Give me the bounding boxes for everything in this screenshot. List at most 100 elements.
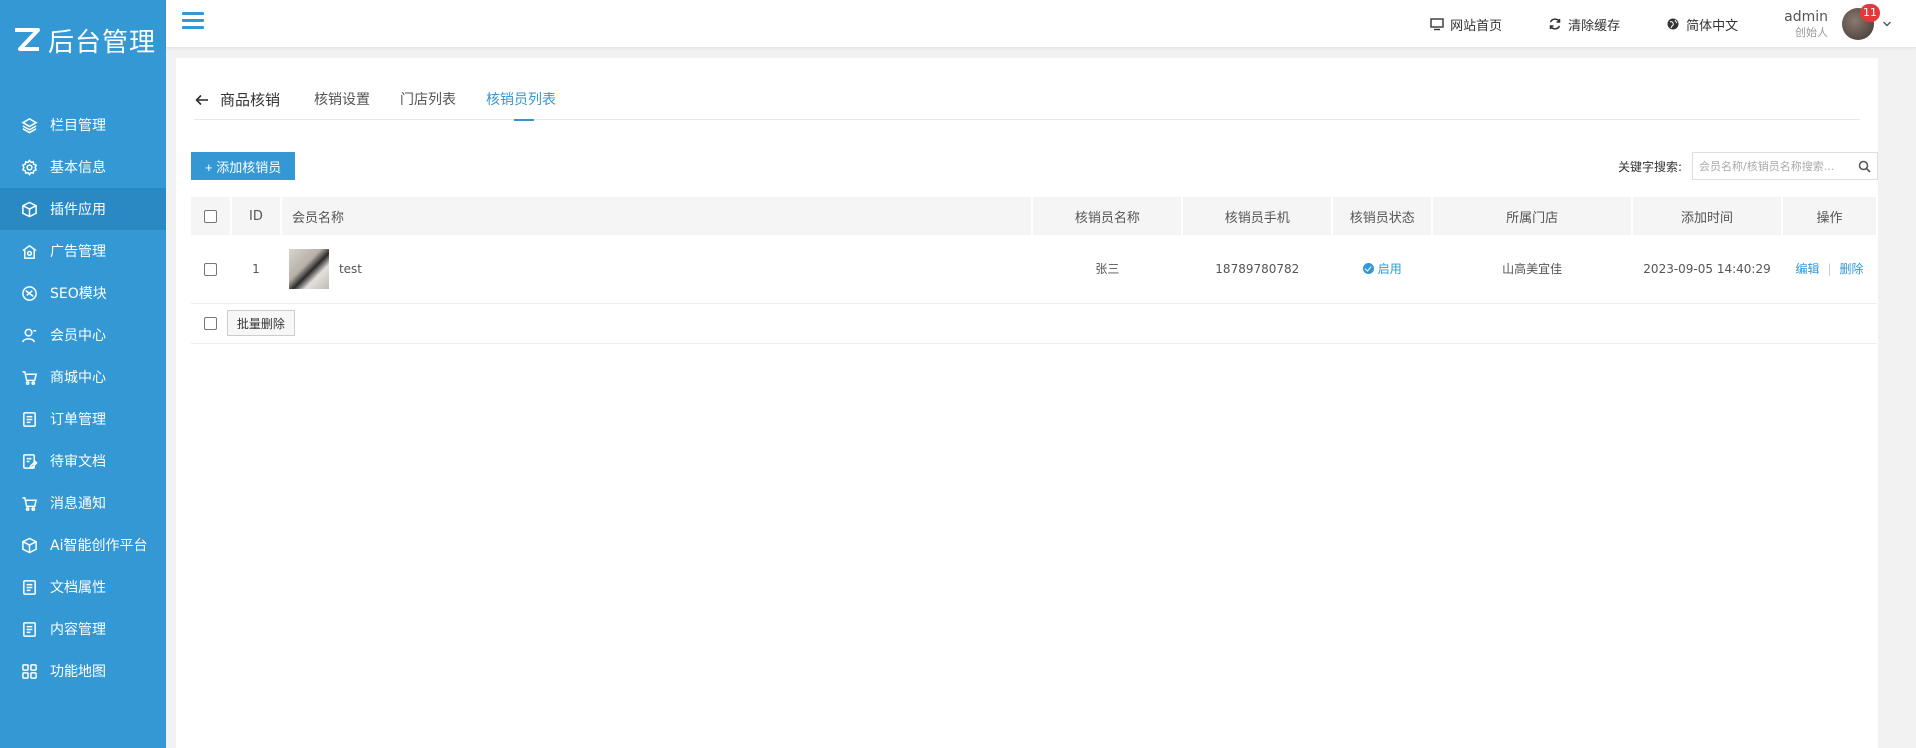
sidebar-item-label: 消息通知	[50, 496, 106, 512]
avatar[interactable]: 11	[1842, 4, 1880, 40]
logo-z-icon	[12, 27, 42, 53]
sidebar-item-notifications[interactable]: 消息通知	[0, 482, 166, 524]
logo[interactable]: 后台管理	[0, 0, 166, 80]
logo-text: 后台管理	[48, 27, 157, 58]
header-actions: 网站首页 清除缓存 简体中文 admin 创始人 11	[1430, 0, 1916, 48]
member-avatar	[288, 248, 329, 289]
site-home-label: 网站首页	[1450, 18, 1503, 34]
list-icon	[20, 620, 38, 638]
tab-store-list[interactable]: 门店列表	[400, 80, 456, 120]
sidebar-item-label: 功能地图	[50, 664, 106, 680]
row-status-cell: 启用	[1332, 235, 1433, 304]
col-member: 会员名称	[280, 197, 1034, 235]
delete-link[interactable]: 删除	[1840, 262, 1864, 276]
cart-icon	[20, 494, 38, 512]
globe-icon	[1667, 18, 1679, 30]
gear-icon	[20, 158, 38, 176]
cart-icon	[20, 368, 38, 386]
main-content: 商品核销 核销设置 门店列表 核销员列表 + 添加核销员 关键字搜索: ID 会…	[176, 58, 1879, 748]
select-all-cell	[191, 197, 232, 235]
row-member-cell: test	[280, 235, 1033, 304]
select-all-checkbox[interactable]	[203, 209, 217, 223]
chevron-down-icon[interactable]	[1882, 19, 1892, 29]
clear-cache-link[interactable]: 清除缓存	[1548, 15, 1620, 34]
user-info[interactable]: admin 创始人	[1784, 9, 1828, 39]
tab-bar: 商品核销 核销设置 门店列表 核销员列表	[194, 80, 1860, 121]
refresh-icon	[1549, 18, 1561, 30]
add-verifier-button[interactable]: + 添加核销员	[191, 152, 296, 180]
sidebar-item-column-management[interactable]: 栏目管理	[0, 104, 166, 146]
row-member-name: test	[338, 261, 362, 276]
sidebar-item-members[interactable]: 会员中心	[0, 314, 166, 356]
sidebar-item-pending-docs[interactable]: 待审文档	[0, 440, 166, 482]
col-status: 核销员状态	[1332, 197, 1434, 235]
tab-verifier-list[interactable]: 核销员列表	[486, 80, 556, 121]
row-select-cell	[191, 235, 231, 304]
row-checkbox[interactable]	[204, 262, 218, 276]
sidebar-item-label: 内容管理	[50, 622, 106, 638]
layers-icon	[20, 116, 38, 134]
sidebar-item-label: Ai智能创作平台	[50, 538, 148, 554]
tab-verify-settings[interactable]: 核销设置	[314, 80, 370, 120]
ad-icon	[20, 242, 38, 260]
search-input[interactable]	[1693, 153, 1851, 179]
sidebar-nav: 栏目管理 基本信息 插件应用 广告管理 SEO模块 会员中心 商城中心 订单管理…	[0, 104, 166, 692]
sidebar-item-content[interactable]: 内容管理	[0, 608, 166, 650]
user-name: admin	[1784, 9, 1828, 25]
search-area: 关键字搜索:	[1618, 152, 1878, 180]
clear-cache-label: 清除缓存	[1568, 18, 1621, 34]
check-circle-icon	[1362, 263, 1374, 275]
language-label: 简体中文	[1686, 18, 1739, 34]
back-title: 商品核销	[220, 91, 281, 109]
notification-badge: 11	[1860, 4, 1880, 22]
table-header-row: ID 会员名称 核销员名称 核销员手机 核销员状态 所属门店 添加时间 操作	[191, 197, 1879, 235]
col-store: 所属门店	[1432, 197, 1634, 235]
user-role: 创始人	[1795, 25, 1828, 39]
status-label: 启用	[1377, 262, 1402, 277]
site-home-link[interactable]: 网站首页	[1430, 15, 1502, 34]
sidebar-item-ads[interactable]: 广告管理	[0, 230, 166, 272]
sidebar-item-doc-attributes[interactable]: 文档属性	[0, 566, 166, 608]
verifier-table: ID 会员名称 核销员名称 核销员手机 核销员状态 所属门店 添加时间 操作 1…	[191, 197, 1879, 344]
col-id: ID	[230, 197, 282, 235]
cube-icon	[20, 536, 38, 554]
search-icon[interactable]	[1851, 160, 1877, 173]
menu-toggle-icon[interactable]	[182, 12, 204, 34]
sidebar-item-label: 商城中心	[50, 370, 106, 386]
row-verifier-name: 张三	[1032, 235, 1183, 304]
sidebar-item-label: 文档属性	[50, 580, 106, 596]
sidebar-item-basic-info[interactable]: 基本信息	[0, 146, 166, 188]
sidebar-item-plugins[interactable]: 插件应用	[0, 188, 166, 230]
sidebar-item-orders[interactable]: 订单管理	[0, 398, 166, 440]
language-link[interactable]: 简体中文	[1666, 15, 1738, 34]
search-label: 关键字搜索:	[1617, 159, 1682, 174]
status-badge[interactable]: 启用	[1362, 260, 1402, 277]
edit-link[interactable]: 编辑	[1795, 262, 1819, 276]
sidebar-item-label: 广告管理	[50, 244, 106, 260]
table-row: 1 test 张三 18789780782 启用 山高美宜佳 2023-09-0…	[191, 235, 1877, 304]
sidebar-item-feature-map[interactable]: 功能地图	[0, 650, 166, 692]
sidebar-item-label: 栏目管理	[50, 118, 106, 134]
col-added-time: 添加时间	[1632, 197, 1783, 235]
sidebar-item-label: 待审文档	[50, 454, 106, 470]
col-verifier-name: 核销员名称	[1032, 197, 1184, 235]
col-actions: 操作	[1781, 197, 1879, 235]
bulk-select-checkbox[interactable]	[204, 316, 217, 330]
bulk-delete-button[interactable]: 批量删除	[226, 310, 295, 336]
bulk-actions-cell: 批量删除	[191, 303, 1877, 344]
back-button[interactable]: 商品核销	[194, 89, 280, 110]
table-footer-row: 批量删除	[191, 303, 1877, 344]
sidebar-item-label: 插件应用	[50, 202, 106, 218]
sidebar-item-seo[interactable]: SEO模块	[0, 272, 166, 314]
sidebar-item-label: SEO模块	[50, 286, 107, 302]
sidebar-item-shop[interactable]: 商城中心	[0, 356, 166, 398]
seo-icon	[20, 284, 38, 302]
row-actions: 编辑 | 删除	[1781, 235, 1877, 304]
col-phone: 核销员手机	[1182, 197, 1334, 235]
row-added-time: 2023-09-05 14:40:29	[1632, 235, 1782, 304]
grid-icon	[20, 662, 38, 680]
row-phone: 18789780782	[1182, 235, 1333, 304]
search-box	[1692, 152, 1878, 180]
row-store: 山高美宜佳	[1432, 235, 1633, 304]
sidebar-item-ai-platform[interactable]: Ai智能创作平台	[0, 524, 166, 566]
